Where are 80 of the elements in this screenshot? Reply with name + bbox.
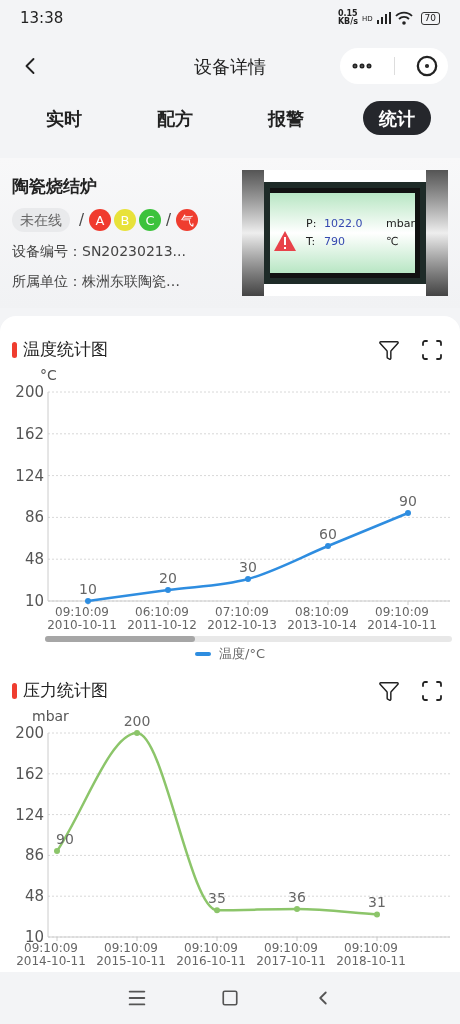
- data-point: [325, 543, 331, 549]
- tab[interactable]: 统计: [362, 101, 431, 135]
- axis-tick-label: 124: [15, 466, 44, 485]
- data-label: 35: [208, 890, 226, 907]
- title-marker: [12, 342, 17, 358]
- data-point: [294, 906, 300, 913]
- tab[interactable]: 报警: [251, 101, 320, 135]
- chart-title: 压力统计图: [23, 679, 108, 703]
- separator: /: [166, 210, 172, 231]
- axis-category-label: 09:10:09 2015-10-11: [96, 941, 166, 967]
- battery-indicator: 70: [420, 11, 440, 25]
- axis-tick-label: 86: [24, 846, 44, 865]
- data-point: [374, 911, 380, 918]
- device-name: 陶瓷烧结炉: [12, 174, 98, 198]
- data-label: 20: [159, 570, 177, 586]
- fullscreen-icon[interactable]: [420, 679, 444, 703]
- data-label: 36: [288, 889, 306, 906]
- signal-icon: [376, 12, 391, 24]
- data-label: 90: [399, 493, 417, 509]
- axis-category-label: 09:10:09 2014-10-11: [367, 605, 437, 632]
- tab[interactable]: 实时: [29, 101, 98, 135]
- axis-category-label: 09:10:09 2014-10-11: [16, 941, 86, 967]
- axis-tick-label: 200: [15, 383, 44, 401]
- target-icon[interactable]: [415, 55, 438, 77]
- axis-tick-label: 162: [15, 764, 44, 783]
- reading-label: P:: [306, 215, 318, 232]
- info-value: SN20230213...: [82, 242, 186, 262]
- axis-tick-label: 200: [15, 724, 44, 742]
- data-point: [85, 598, 91, 604]
- info-label: 设备编号：: [12, 242, 82, 262]
- axis-category-label: 08:10:09 2013-10-14: [287, 605, 357, 632]
- clock: 13:38: [20, 7, 64, 29]
- axis-tick-label: 86: [24, 508, 44, 527]
- data-point: [245, 576, 251, 582]
- reading-unit: ℃: [386, 234, 399, 250]
- data-point: [214, 907, 220, 914]
- title-marker: [12, 683, 17, 699]
- scrollbar-drawing[interactable]: [45, 636, 452, 642]
- reading-value: 790: [324, 234, 346, 250]
- axis-tick-label: 48: [24, 550, 44, 569]
- data-point: [54, 848, 60, 855]
- net-speed-unit: KB/s: [337, 18, 358, 26]
- info-value: 株洲东联陶瓷…: [82, 272, 180, 292]
- reading-label: T:: [306, 234, 317, 250]
- filter-icon[interactable]: [378, 339, 400, 361]
- reading-value: 1022.0: [324, 215, 364, 232]
- tab[interactable]: 配方: [140, 101, 209, 135]
- axis-category-label: 09:10:09 2010-10-11: [47, 605, 117, 632]
- status-tag: 未在线: [12, 208, 70, 233]
- page-title: 设备详情: [194, 54, 266, 79]
- data-point: [165, 587, 171, 593]
- reading-unit: mbar: [386, 215, 415, 232]
- axis-tick-label: 162: [15, 424, 44, 443]
- data-label: 30: [239, 559, 257, 575]
- chart-title: 温度统计图: [23, 338, 108, 362]
- axis-unit: mbar: [32, 708, 69, 724]
- data-point: [405, 510, 411, 516]
- legend-label: 温度/°C: [219, 645, 265, 664]
- axis-category-label: 09:10:09 2016-10-11: [176, 941, 246, 967]
- separator: /: [79, 210, 85, 231]
- filter-icon[interactable]: [378, 680, 400, 702]
- data-label: 10: [79, 581, 97, 597]
- data-label: 31: [368, 894, 386, 911]
- data-label: 200: [123, 713, 151, 729]
- axis-category-label: 09:10:09 2018-10-11: [336, 941, 406, 967]
- wifi-icon: [394, 11, 413, 25]
- axis-category-label: 09:10:09 2017-10-11: [256, 941, 326, 967]
- info-label: 所属单位：: [12, 272, 82, 292]
- fullscreen-icon[interactable]: [420, 338, 444, 362]
- home-icon[interactable]: [221, 989, 239, 1007]
- axis-category-label: 07:10:09 2012-10-13: [207, 605, 277, 632]
- net-speed: 0.15: [337, 10, 358, 18]
- data-label: 60: [319, 526, 337, 542]
- axis-category-label: 06:10:09 2011-10-12: [127, 605, 197, 632]
- axis-tick-label: 10: [24, 592, 44, 610]
- axis-unit: °C: [40, 367, 57, 383]
- legend-swatch: [195, 652, 211, 656]
- axis-tick-label: 124: [15, 805, 44, 824]
- axis-tick-label: 48: [24, 887, 44, 906]
- data-point: [134, 730, 140, 736]
